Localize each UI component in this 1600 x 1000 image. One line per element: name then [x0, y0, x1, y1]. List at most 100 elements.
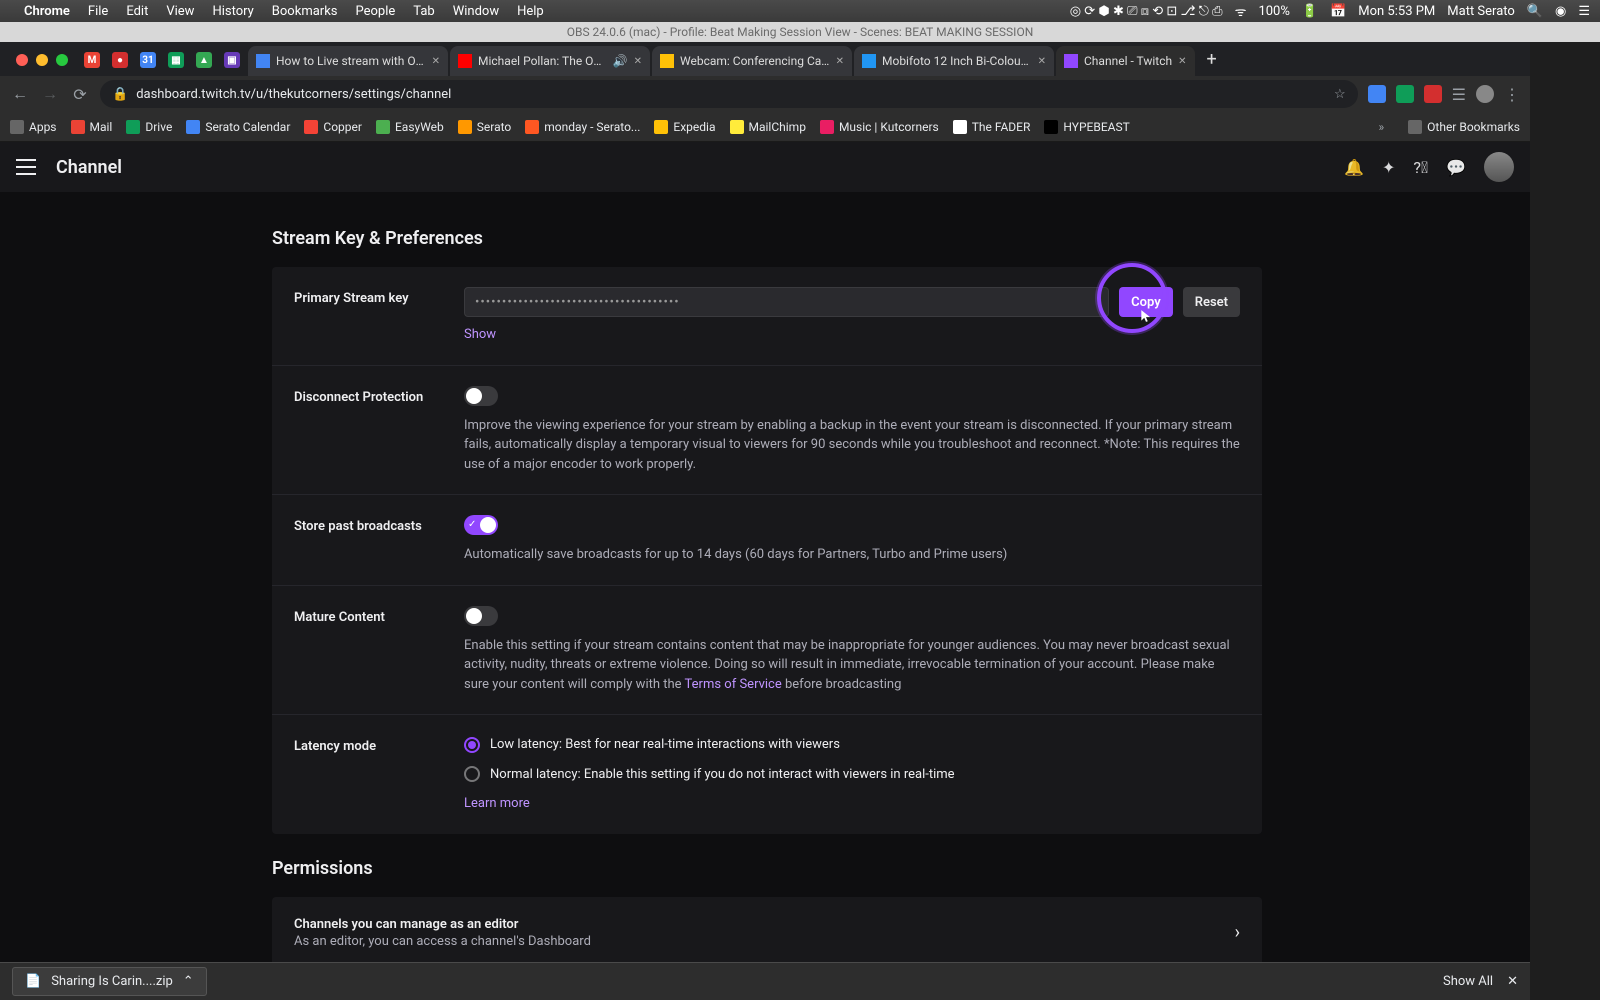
profile-avatar-icon[interactable]	[1476, 85, 1494, 103]
pinned-tab-drive[interactable]: ▲	[196, 52, 212, 68]
bookmark-item[interactable]: Copper	[304, 120, 362, 134]
extension-icon[interactable]	[1368, 85, 1386, 103]
editor-channels-row[interactable]: Channels you can manage as an editor As …	[272, 897, 1262, 969]
close-tab-icon[interactable]: ✕	[1038, 56, 1046, 67]
address-bar[interactable]: 🔒 dashboard.twitch.tv/u/thekutcorners/se…	[100, 80, 1358, 108]
tab-3[interactable]: Mobifoto 12 Inch Bi-Colour LE ✕	[854, 46, 1054, 76]
date-icon[interactable]: 📅	[1330, 4, 1346, 19]
close-tab-icon[interactable]: ✕	[432, 56, 440, 67]
twitch-content[interactable]: Stream Key & Preferences Primary Stream …	[0, 192, 1530, 1000]
close-window-button[interactable]	[16, 54, 28, 66]
minimize-window-button[interactable]	[36, 54, 48, 66]
extension-icon[interactable]	[1424, 85, 1442, 103]
chevron-up-icon[interactable]: ⌃	[183, 974, 194, 989]
bookmark-item[interactable]: Serato Calendar	[186, 120, 290, 134]
disconnect-toggle[interactable]	[464, 386, 498, 406]
menubar-extra-icons[interactable]: ◎ ⟳ ⬢ ✱ ⎚ ⧈ ⟲ ⊡ ⎇ ⎋ ⎙	[1070, 4, 1223, 19]
other-bookmarks[interactable]: Other Bookmarks	[1408, 120, 1520, 134]
store-label: Store past broadcasts	[294, 515, 464, 565]
forward-button[interactable]: →	[40, 84, 60, 104]
bookmark-item[interactable]: HYPEBEAST	[1044, 120, 1129, 134]
menu-file[interactable]: File	[88, 4, 108, 19]
url-text: dashboard.twitch.tv/u/thekutcorners/sett…	[136, 87, 451, 102]
bookmark-item[interactable]: Mail	[71, 120, 113, 134]
bookmark-item[interactable]: Serato	[458, 120, 512, 134]
tos-link[interactable]: Terms of Service	[685, 677, 782, 692]
close-tab-icon[interactable]: ✕	[634, 56, 642, 67]
reset-button[interactable]: Reset	[1183, 287, 1240, 317]
notifications-icon[interactable]: 🔔	[1344, 158, 1364, 177]
pinned-tab-calendar[interactable]: 31	[140, 52, 156, 68]
bookmark-item[interactable]: Music | Kutcorners	[820, 120, 939, 134]
menu-edit[interactable]: Edit	[126, 4, 148, 19]
siri-icon[interactable]: ◉	[1555, 4, 1566, 19]
reload-button[interactable]: ⟳	[70, 85, 90, 104]
menu-view[interactable]: View	[166, 4, 194, 19]
download-item[interactable]: 📄 Sharing Is Carin....zip ⌃	[12, 967, 207, 996]
chrome-menu-icon[interactable]: ⋮	[1504, 85, 1520, 104]
close-tab-icon[interactable]: ✕	[836, 56, 844, 67]
pinned-tab-trello[interactable]: ▣	[224, 52, 240, 68]
tab-label: Webcam: Conferencing Camer	[680, 54, 830, 68]
reading-list-icon[interactable]: ☰	[1452, 85, 1466, 104]
menu-people[interactable]: People	[356, 4, 396, 19]
sparkle-icon[interactable]: ✦	[1382, 158, 1395, 177]
mac-user[interactable]: Matt Serato	[1447, 4, 1515, 19]
tab-0[interactable]: How to Live stream with OBS✕	[248, 46, 448, 76]
control-center-icon[interactable]: ☰	[1578, 4, 1590, 19]
pinned-tab-gmail[interactable]: M	[84, 52, 100, 68]
latency-normal-text: Normal latency: Enable this setting if y…	[490, 765, 955, 785]
latency-low-option[interactable]: Low latency: Best for near real-time int…	[464, 735, 1240, 755]
bookmark-item[interactable]: EasyWeb	[376, 120, 444, 134]
close-downloads-bar-icon[interactable]: ✕	[1507, 974, 1518, 989]
battery-level[interactable]: 100%	[1258, 4, 1289, 19]
apps-bookmark[interactable]: Apps	[10, 120, 57, 134]
wifi-icon[interactable]: ᯤ	[1235, 2, 1247, 20]
menu-bookmarks[interactable]: Bookmarks	[272, 4, 338, 19]
spotlight-icon[interactable]: 🔍	[1527, 4, 1543, 19]
cursor-icon	[1139, 309, 1153, 323]
show-link[interactable]: Show	[464, 325, 496, 345]
store-desc: Automatically save broadcasts for up to …	[464, 545, 1240, 565]
tab-1[interactable]: Michael Pollan: The Omniv🔊✕	[450, 46, 650, 76]
hamburger-menu-icon[interactable]	[16, 159, 36, 175]
tab-4-active[interactable]: Channel - Twitch✕	[1056, 46, 1195, 76]
stream-key-input[interactable]	[464, 287, 1109, 317]
pinned-tab-sheets[interactable]: ▦	[168, 52, 184, 68]
bookmark-item[interactable]: Drive	[126, 120, 172, 134]
latency-normal-option[interactable]: Normal latency: Enable this setting if y…	[464, 765, 1240, 785]
chat-icon[interactable]: 💬	[1446, 158, 1466, 177]
show-all-downloads[interactable]: Show All	[1443, 974, 1493, 989]
back-button[interactable]: ←	[10, 84, 30, 104]
file-icon: 📄	[25, 974, 41, 989]
new-tab-button[interactable]: +	[1197, 49, 1227, 76]
close-tab-icon[interactable]: ✕	[1178, 56, 1186, 67]
page-title: Channel	[56, 157, 122, 178]
menu-history[interactable]: History	[212, 4, 253, 19]
store-toggle[interactable]	[464, 515, 498, 535]
learn-more-link[interactable]: Learn more	[464, 796, 530, 811]
bookmark-item[interactable]: The FADER	[953, 120, 1031, 134]
bookmark-star-icon[interactable]: ☆	[1334, 87, 1346, 102]
bookmark-item[interactable]: monday - Serato...	[525, 120, 640, 134]
pinned-tab-todoist[interactable]: ●	[112, 52, 128, 68]
menu-tab[interactable]: Tab	[413, 4, 434, 19]
tab-label: Mobifoto 12 Inch Bi-Colour LE	[882, 54, 1032, 68]
copy-button[interactable]: Copy	[1119, 287, 1173, 317]
lock-icon[interactable]: 🔒	[112, 87, 128, 102]
bookmark-item[interactable]: Expedia	[654, 120, 715, 134]
chrome-toolbar: ← → ⟳ 🔒 dashboard.twitch.tv/u/thekutcorn…	[0, 76, 1530, 112]
help-icon[interactable]: ?⃝	[1413, 158, 1428, 177]
mature-toggle[interactable]	[464, 606, 498, 626]
maximize-window-button[interactable]	[56, 54, 68, 66]
menu-help[interactable]: Help	[517, 4, 544, 19]
bookmark-item[interactable]: MailChimp	[730, 120, 806, 134]
extension-icon[interactable]	[1396, 85, 1414, 103]
bookmark-overflow-icon[interactable]: »	[1379, 120, 1385, 134]
mac-app-name[interactable]: Chrome	[24, 4, 70, 19]
clock[interactable]: Mon 5:53 PM	[1358, 4, 1435, 19]
user-avatar[interactable]	[1484, 152, 1514, 182]
audio-icon[interactable]: 🔊	[613, 54, 628, 68]
tab-2[interactable]: Webcam: Conferencing Camer ✕	[652, 46, 852, 76]
menu-window[interactable]: Window	[453, 4, 499, 19]
